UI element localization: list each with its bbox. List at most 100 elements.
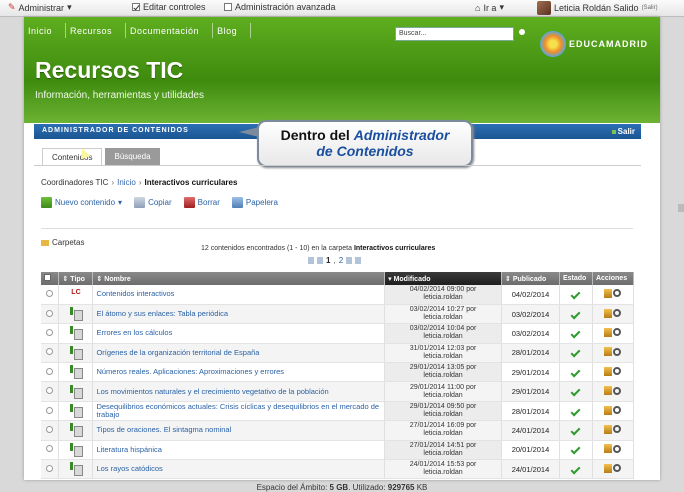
preview-magnifier-icon[interactable] [613,289,622,298]
preview-magnifier-icon[interactable] [613,328,622,337]
preview-magnifier-icon[interactable] [613,309,622,318]
edit-pencil-icon[interactable] [604,463,613,473]
folders-toggle[interactable]: Carpetas [41,238,84,247]
table-row[interactable]: Desequilibrios económicos actuales: Cris… [41,401,635,422]
preview-magnifier-icon[interactable] [613,367,622,376]
edit-pencil-icon[interactable] [604,308,613,318]
table-row[interactable]: Errores en los cálculos 03/02/2014 10:04 … [41,323,635,344]
tab-busqueda[interactable]: Búsqueda [105,148,160,165]
nav-tab-documentacion[interactable]: Documentación [126,23,214,38]
folders-label: Carpetas [52,238,85,247]
row-name-link[interactable]: Contenidos interactivos [92,285,386,305]
preview-magnifier-icon[interactable] [613,406,622,415]
scrollbar[interactable] [678,204,684,212]
nav-tab-blog[interactable]: Blog [213,23,252,38]
row-actions-cell [592,304,635,325]
preview-magnifier-icon[interactable] [613,425,622,434]
document-icon [69,365,83,380]
row-select-radio[interactable] [46,387,54,395]
folder-icon [41,239,49,246]
row-name-link[interactable]: Desequilibrios económicos actuales: Cris… [92,401,386,422]
delete-button[interactable]: Borrar [183,197,220,208]
row-modified-user: leticia.roldan [423,430,463,438]
row-name-link[interactable]: El átomo y sus enlaces: Tabla periódica [92,304,386,325]
storage-suffix: KB [414,483,428,492]
row-name-link[interactable]: Literatura hispánica [92,440,386,461]
edit-pencil-icon[interactable] [604,366,613,376]
edit-pencil-icon[interactable] [604,347,613,357]
table-row[interactable]: El átomo y sus enlaces: Tabla periódica 0… [41,304,635,325]
row-select-radio[interactable] [46,406,54,414]
col-header-modified[interactable]: ▾ Modificado [384,272,502,285]
new-content-button[interactable]: Nuevo contenido ▾ [41,197,122,208]
row-select-radio[interactable] [46,348,54,356]
row-select-radio[interactable] [46,309,54,317]
preview-magnifier-icon[interactable] [613,464,622,473]
prev-page-icon[interactable] [317,257,323,264]
site-title: Recursos TIC [35,57,184,83]
row-name-link[interactable]: Los rayos catódicos [92,459,386,480]
nav-tab-inicio[interactable]: Inicio [24,23,67,38]
results-count-folder: Interactivos curriculares [353,245,436,252]
goto-menu[interactable]: ⌂ Ir a ▾ [475,2,504,13]
edit-pencil-icon[interactable] [604,424,613,434]
row-select-radio[interactable] [46,289,54,297]
user-logout-link[interactable]: (Salir) [642,5,658,11]
educamadrid-logo[interactable]: EDUCAMADRID [540,31,648,57]
edit-pencil-icon[interactable] [604,386,613,396]
row-select-radio[interactable] [46,445,54,453]
delete-icon [183,197,195,208]
search-input[interactable]: Buscar... [395,27,514,41]
table-row[interactable]: Los rayos catódicos 24/01/2014 15:53 por l… [41,459,635,480]
preview-magnifier-icon[interactable] [613,347,622,356]
table-row[interactable]: LC Contenidos interactivos 04/02/2014 09:0… [41,285,635,305]
breadcrumb-root[interactable]: Coordinadores TIC [41,178,108,187]
col-header-type[interactable]: ⇕ Tipo [58,272,94,285]
edit-pencil-icon[interactable] [604,405,613,415]
table-row[interactable]: Los movimientos naturales y el crecimien… [41,381,635,402]
portlet-exit-link[interactable]: Salir [611,127,635,136]
row-name-link[interactable]: Orígenes de la organización territorial … [92,343,386,364]
row-name-link[interactable]: Números reales. Aplicaciones: Aproximaci… [92,362,386,383]
edit-controls-checkbox[interactable] [132,3,140,11]
row-select-radio[interactable] [46,425,54,433]
user-menu[interactable]: Leticia Roldán Salido (Salir) [537,1,658,15]
advanced-admin-checkbox[interactable] [224,3,232,11]
edit-pencil-icon[interactable] [604,288,613,298]
tab-contenidos[interactable]: Contenidos [42,148,103,165]
col-header-published[interactable]: ⇕ Publicado [501,272,560,285]
row-select-cell [41,440,60,461]
edit-pencil-icon[interactable] [604,327,613,337]
row-select-radio[interactable] [46,328,54,336]
row-name-link[interactable]: Los movimientos naturales y el crecimien… [92,381,386,402]
table-row[interactable]: Tipos de oraciones. El sintagma nominal 2… [41,420,635,441]
select-all-checkbox[interactable] [44,274,51,281]
row-name-link[interactable]: Tipos de oraciones. El sintagma nominal [92,420,386,441]
col-header-name[interactable]: ⇕ Nombre [92,272,386,285]
breadcrumb-link[interactable]: Inicio [117,178,136,187]
row-modified-user: leticia.roldan [423,411,463,419]
row-status-cell [559,459,593,480]
row-published: 04/02/2014 [501,285,560,305]
first-page-icon[interactable] [308,257,314,264]
nav-tab-recursos[interactable]: Recursos [66,23,127,38]
edit-controls-toggle[interactable]: Editar controles [132,2,206,12]
row-modified-cell: 29/01/2014 09:50 por leticia.roldan [384,401,502,422]
last-page-icon[interactable] [355,257,362,264]
page-next-link[interactable]: 2 [339,256,343,265]
table-row[interactable]: Orígenes de la organización territorial … [41,343,635,364]
admin-menu[interactable]: ✎ Administrar ▾ [8,2,72,13]
preview-magnifier-icon[interactable] [613,386,622,395]
table-row[interactable]: Literatura hispánica 27/01/2014 14:51 por… [41,440,635,461]
advanced-admin-toggle[interactable]: Administración avanzada [224,2,336,12]
row-select-radio[interactable] [46,464,54,472]
edit-pencil-icon[interactable] [604,444,613,454]
preview-magnifier-icon[interactable] [613,444,622,453]
search-button[interactable] [519,29,525,35]
row-select-radio[interactable] [46,367,54,375]
recycle-bin-button[interactable]: Papelera [231,197,278,208]
copy-button[interactable]: Copiar [134,197,172,208]
next-page-icon[interactable] [346,257,353,264]
table-row[interactable]: Números reales. Aplicaciones: Aproximaci… [41,362,635,383]
row-name-link[interactable]: Errores en los cálculos [92,323,386,344]
